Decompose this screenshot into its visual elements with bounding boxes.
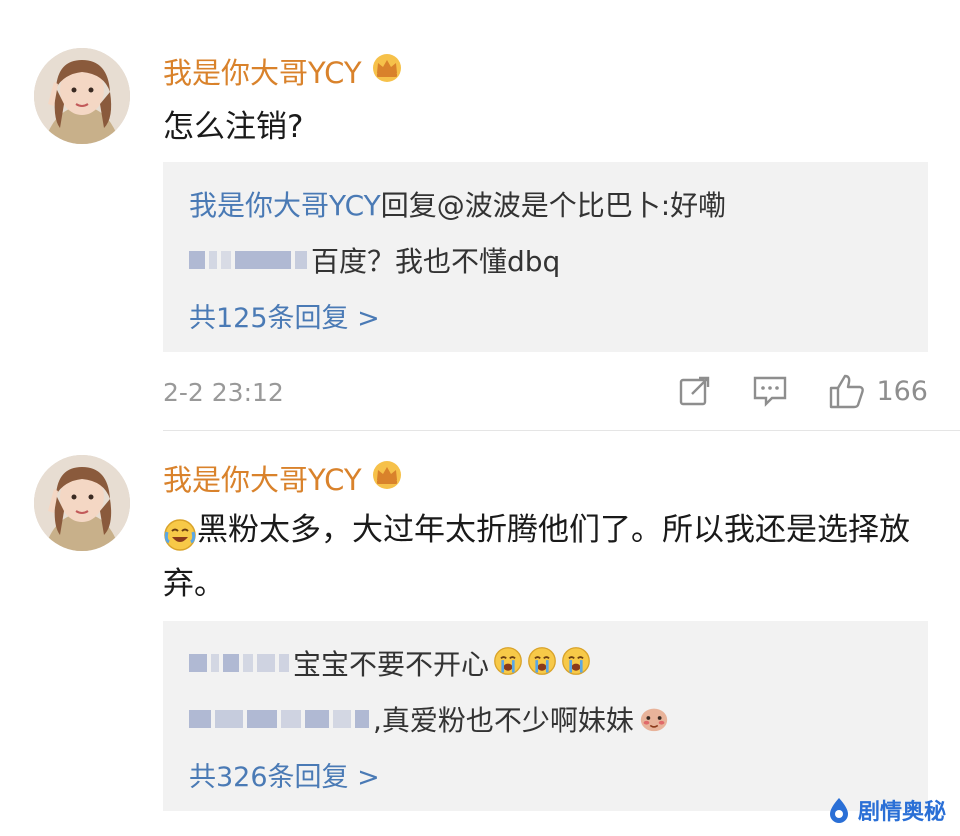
username-label[interactable]: 我是你大哥YCY [163, 457, 362, 499]
reply-line[interactable]: 百度？我也不懂dbq [189, 240, 560, 280]
reply-text: ,真爱粉也不少啊妹妹 [373, 704, 634, 737]
watermark: 剧情奥秘 [826, 794, 946, 826]
timestamp: 2-2 23:12 [163, 378, 284, 407]
watermark-logo-icon [829, 798, 848, 823]
reply-author[interactable]: 我是你大哥YCY [189, 184, 381, 224]
crown-icon [370, 460, 404, 497]
comment-button[interactable] [752, 374, 788, 408]
like-count: 166 [876, 375, 928, 407]
comment-text: 黑粉太多，大过年太折腾他们了。所以我还是选择放弃。 [163, 503, 923, 611]
repost-button[interactable] [678, 374, 712, 408]
more-replies-link[interactable]: 共125条回复 > [189, 296, 380, 335]
reply-box[interactable]: 宝宝不要不开心 ,真爱粉也不少啊妹妹 共326条回复 > [163, 621, 928, 811]
watermark-text: 剧情奥秘 [857, 800, 946, 825]
more-replies-link[interactable]: 共326条回复 > [189, 755, 380, 794]
shy-emoji [638, 702, 672, 736]
username[interactable]: 我是你大哥YCY [163, 50, 404, 92]
comment-1: 我是你大哥YCY 怎么注销? 我是你大哥YCY 回复@波波是个比巴卜:好嘞 百度… [0, 0, 960, 431]
comment-icon [754, 376, 787, 407]
username-label[interactable]: 我是你大哥YCY [163, 50, 362, 92]
blurred-username [189, 710, 369, 728]
avatar[interactable] [34, 455, 130, 551]
like-icon [830, 374, 865, 409]
blurred-username [189, 251, 307, 269]
reply-box[interactable]: 我是你大哥YCY 回复@波波是个比巴卜:好嘞 百度？我也不懂dbq 共125条回… [163, 162, 928, 352]
reply-line[interactable]: 宝宝不要不开心 [189, 643, 595, 683]
avatar[interactable] [34, 48, 130, 144]
reply-text: 百度？我也不懂dbq [311, 245, 561, 278]
reply-text: 宝宝不要不开心 [293, 648, 490, 681]
comment-text: 怎么注销? [163, 109, 304, 145]
reply-text: 回复@波波是个比巴卜:好嘞 [380, 189, 727, 222]
like-button[interactable]: 166 [828, 372, 928, 410]
cry-emoji [527, 646, 561, 680]
username[interactable]: 我是你大哥YCY [163, 457, 404, 499]
comment-2: 我是你大哥YCY 黑粉太多，大过年太折腾他们了。所以我还是选择放弃。 宝宝不要不… [0, 431, 960, 836]
action-bar: 166 [678, 372, 928, 410]
laugh-cry-emoji [163, 515, 197, 551]
cry-emoji [493, 646, 527, 680]
repost-icon [680, 376, 710, 406]
cry-emoji [561, 646, 595, 680]
blurred-username [189, 654, 289, 672]
crown-icon [370, 53, 404, 90]
comment-text-content: 黑粉太多，大过年太折腾他们了。所以我还是选择放弃。 [163, 512, 910, 602]
reply-line[interactable]: ,真爱粉也不少啊妹妹 [189, 699, 672, 739]
reply-line[interactable]: 我是你大哥YCY 回复@波波是个比巴卜:好嘞 [189, 184, 726, 224]
